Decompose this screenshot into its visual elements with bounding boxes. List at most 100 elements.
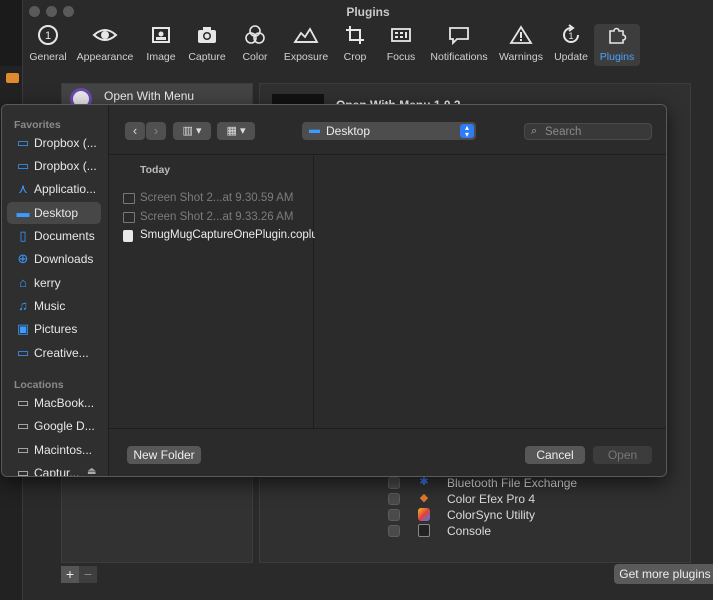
screenshot-file-icon: [123, 212, 135, 223]
dialog-footer: New Folder Cancel Open: [109, 428, 666, 476]
sidebar-item-creative[interactable]: ▭ Creative...: [7, 342, 101, 364]
drive-icon: ▭: [16, 418, 30, 433]
plugin-file-icon: [123, 230, 133, 242]
color-circles-icon: [237, 24, 273, 50]
window-title: Plugins: [346, 5, 390, 19]
app-checkbox[interactable]: [388, 509, 400, 521]
get-more-plugins-button[interactable]: Get more plugins: [614, 564, 713, 584]
app-row[interactable]: ColorSync Utility: [380, 507, 610, 523]
disk-icon: ▭: [16, 442, 30, 457]
toolbar-general[interactable]: 1 General: [27, 24, 69, 66]
toolbar-focus[interactable]: Focus: [383, 24, 419, 66]
app-checkbox[interactable]: [388, 525, 400, 537]
favorites-heading: Favorites: [14, 119, 61, 131]
column-view-button[interactable]: ▥ ▾: [173, 122, 211, 140]
toolbar-update[interactable]: 1 Update: [551, 24, 591, 66]
pictures-icon: ▣: [16, 321, 30, 336]
forward-button[interactable]: ›: [146, 122, 166, 140]
sidebar-item-dropbox-2[interactable]: ▭ Dropbox (...: [7, 155, 101, 177]
back-button[interactable]: ‹: [125, 122, 145, 140]
toolbar-crop[interactable]: Crop: [339, 24, 371, 66]
dialog-sidebar: Favorites ▭ Dropbox (... ▭ Dropbox (... …: [2, 105, 109, 476]
eject-icon[interactable]: ⏏: [87, 466, 96, 476]
folder-icon: ▭: [16, 158, 30, 173]
location-popup[interactable]: ▬ Desktop ▴ ▾: [302, 122, 476, 140]
folder-icon: ▬: [309, 124, 320, 136]
plugin-name: Open With Menu: [104, 89, 195, 103]
home-icon: ⌂: [19, 275, 27, 290]
search-icon: ⌕: [531, 125, 538, 137]
toolbar-plugins[interactable]: Plugins: [594, 24, 640, 66]
app-row[interactable]: Console: [380, 523, 610, 539]
app-row[interactable]: ◆ Color Efex Pro 4: [380, 491, 610, 507]
eye-icon: [75, 24, 135, 50]
sidebar-item-downloads[interactable]: ⊕ Downloads: [7, 248, 101, 270]
sidebar-item-applications[interactable]: ⋏ Applicatio...: [7, 178, 101, 200]
puzzle-icon: [594, 24, 640, 50]
preferences-toolbar: 1 General Appearance Image Capture Color…: [23, 22, 713, 66]
toolbar-notifications[interactable]: Notifications: [427, 24, 491, 66]
title-bar: Plugins: [23, 0, 713, 22]
sidebar-item-google-drive[interactable]: ▭ Google D...: [7, 415, 101, 437]
chevron-left-icon: ‹: [132, 123, 138, 138]
app-row[interactable]: ✱ Bluetooth File Exchange: [380, 475, 610, 491]
remove-plugin-button[interactable]: −: [79, 566, 97, 583]
open-with-app-list: ✱ Bluetooth File Exchange ◆ Color Efex P…: [380, 473, 610, 543]
chevron-right-icon: ›: [153, 123, 159, 138]
toolbar-color[interactable]: Color: [237, 24, 273, 66]
add-remove-controls: + −: [61, 566, 97, 583]
document-icon: ▯: [19, 228, 27, 243]
toolbar-warnings[interactable]: Warnings: [497, 24, 545, 66]
screenshot-file-icon: [123, 193, 135, 204]
file-row[interactable]: Screen Shot 2...at 9.33.26 AM: [109, 209, 314, 227]
sidebar-item-macintosh-hd[interactable]: ▭ Macintos...: [7, 439, 101, 461]
focus-icon: [383, 24, 419, 50]
svg-text:1: 1: [45, 30, 51, 42]
folder-icon: ▭: [16, 135, 30, 150]
app-checkbox[interactable]: [388, 493, 400, 505]
camera-icon: [186, 24, 228, 50]
sidebar-item-pictures[interactable]: ▣ Pictures: [7, 318, 101, 340]
disk-icon: ▭: [16, 465, 30, 477]
warning-icon: [497, 24, 545, 50]
new-folder-button[interactable]: New Folder: [127, 446, 201, 464]
general-icon: 1: [27, 24, 69, 50]
toolbar-capture[interactable]: Capture: [186, 24, 228, 66]
sidebar-item-music[interactable]: ♫ Music: [7, 295, 101, 317]
file-row[interactable]: Screen Shot 2...at 9.30.59 AM: [109, 190, 314, 208]
toolbar-exposure[interactable]: Exposure: [282, 24, 330, 66]
sidebar-item-desktop[interactable]: ▬ Desktop: [7, 202, 101, 224]
column-section-heading: Today: [140, 164, 171, 176]
toolbar-appearance[interactable]: Appearance: [75, 24, 135, 66]
app-checkbox[interactable]: [388, 477, 400, 489]
desktop-icon: ▬: [16, 205, 30, 220]
add-plugin-button[interactable]: +: [61, 566, 79, 583]
color-efex-icon: ◆: [419, 492, 429, 504]
bluetooth-icon: ✱: [419, 476, 429, 488]
search-field[interactable]: ⌕: [524, 123, 652, 140]
sidebar-item-capture[interactable]: ▭ Captur... ⏏: [7, 462, 101, 477]
music-icon: ♫: [18, 298, 28, 313]
sidebar-item-dropbox-1[interactable]: ▭ Dropbox (...: [7, 132, 101, 154]
locations-heading: Locations: [14, 379, 64, 391]
crop-icon: [339, 24, 371, 50]
speech-bubble-icon: [427, 24, 491, 50]
update-icon: 1: [551, 24, 591, 50]
browser-column-2: [315, 156, 666, 428]
sidebar-item-documents[interactable]: ▯ Documents: [7, 225, 101, 247]
exposure-icon: [282, 24, 330, 50]
open-button[interactable]: Open: [593, 446, 652, 464]
open-file-dialog: Favorites ▭ Dropbox (... ▭ Dropbox (... …: [1, 104, 667, 477]
grid-icon: ▦ ▾: [226, 125, 246, 137]
sidebar-item-home[interactable]: ⌂ kerry: [7, 272, 101, 294]
applications-icon: ⋏: [18, 181, 28, 196]
group-view-button[interactable]: ▦ ▾: [217, 122, 255, 140]
file-row[interactable]: SmugMugCaptureOnePlugin.coplugin: [109, 227, 333, 245]
chevron-updown-icon: ▴ ▾: [460, 124, 474, 139]
sidebar-item-macbook[interactable]: ▭ MacBook...: [7, 392, 101, 414]
search-input[interactable]: [545, 125, 645, 139]
cancel-button[interactable]: Cancel: [525, 446, 585, 464]
toolbar-image[interactable]: Image: [141, 24, 181, 66]
colorsync-icon: [418, 508, 430, 521]
laptop-icon: ▭: [16, 395, 30, 410]
